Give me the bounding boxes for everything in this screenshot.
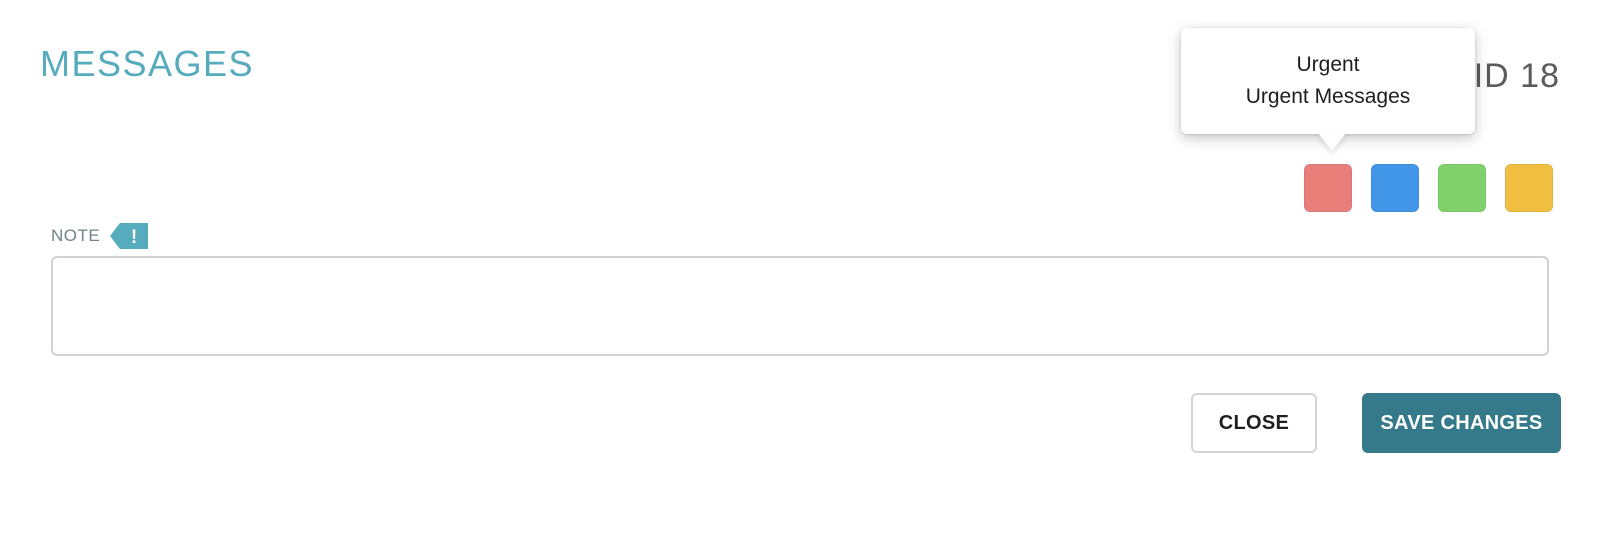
- messages-dialog: MESSAGES ID 18 Urgent Urgent Messages NO…: [0, 0, 1600, 540]
- note-textarea[interactable]: [51, 256, 1549, 356]
- swatch-tooltip: Urgent Urgent Messages: [1181, 28, 1475, 134]
- exclamation-flag-icon: !: [110, 222, 149, 250]
- tooltip-description: Urgent Messages: [1245, 85, 1411, 108]
- swatch-yellow[interactable]: [1505, 164, 1553, 212]
- swatch-blue[interactable]: [1371, 164, 1419, 212]
- save-changes-button[interactable]: SAVE CHANGES: [1362, 393, 1561, 453]
- close-button[interactable]: CLOSE: [1191, 393, 1317, 453]
- color-swatch-group: [1304, 164, 1553, 212]
- flag-symbol: !: [131, 227, 137, 248]
- tooltip-arrow: [1318, 133, 1346, 151]
- note-label-row: NOTE !: [51, 222, 149, 250]
- tooltip-title: Urgent: [1296, 53, 1360, 76]
- page-title: MESSAGES: [40, 43, 255, 84]
- record-id: ID 18: [1473, 57, 1560, 95]
- note-label: NOTE: [51, 226, 101, 245]
- swatch-urgent-red[interactable]: [1304, 164, 1352, 212]
- swatch-green[interactable]: [1438, 164, 1486, 212]
